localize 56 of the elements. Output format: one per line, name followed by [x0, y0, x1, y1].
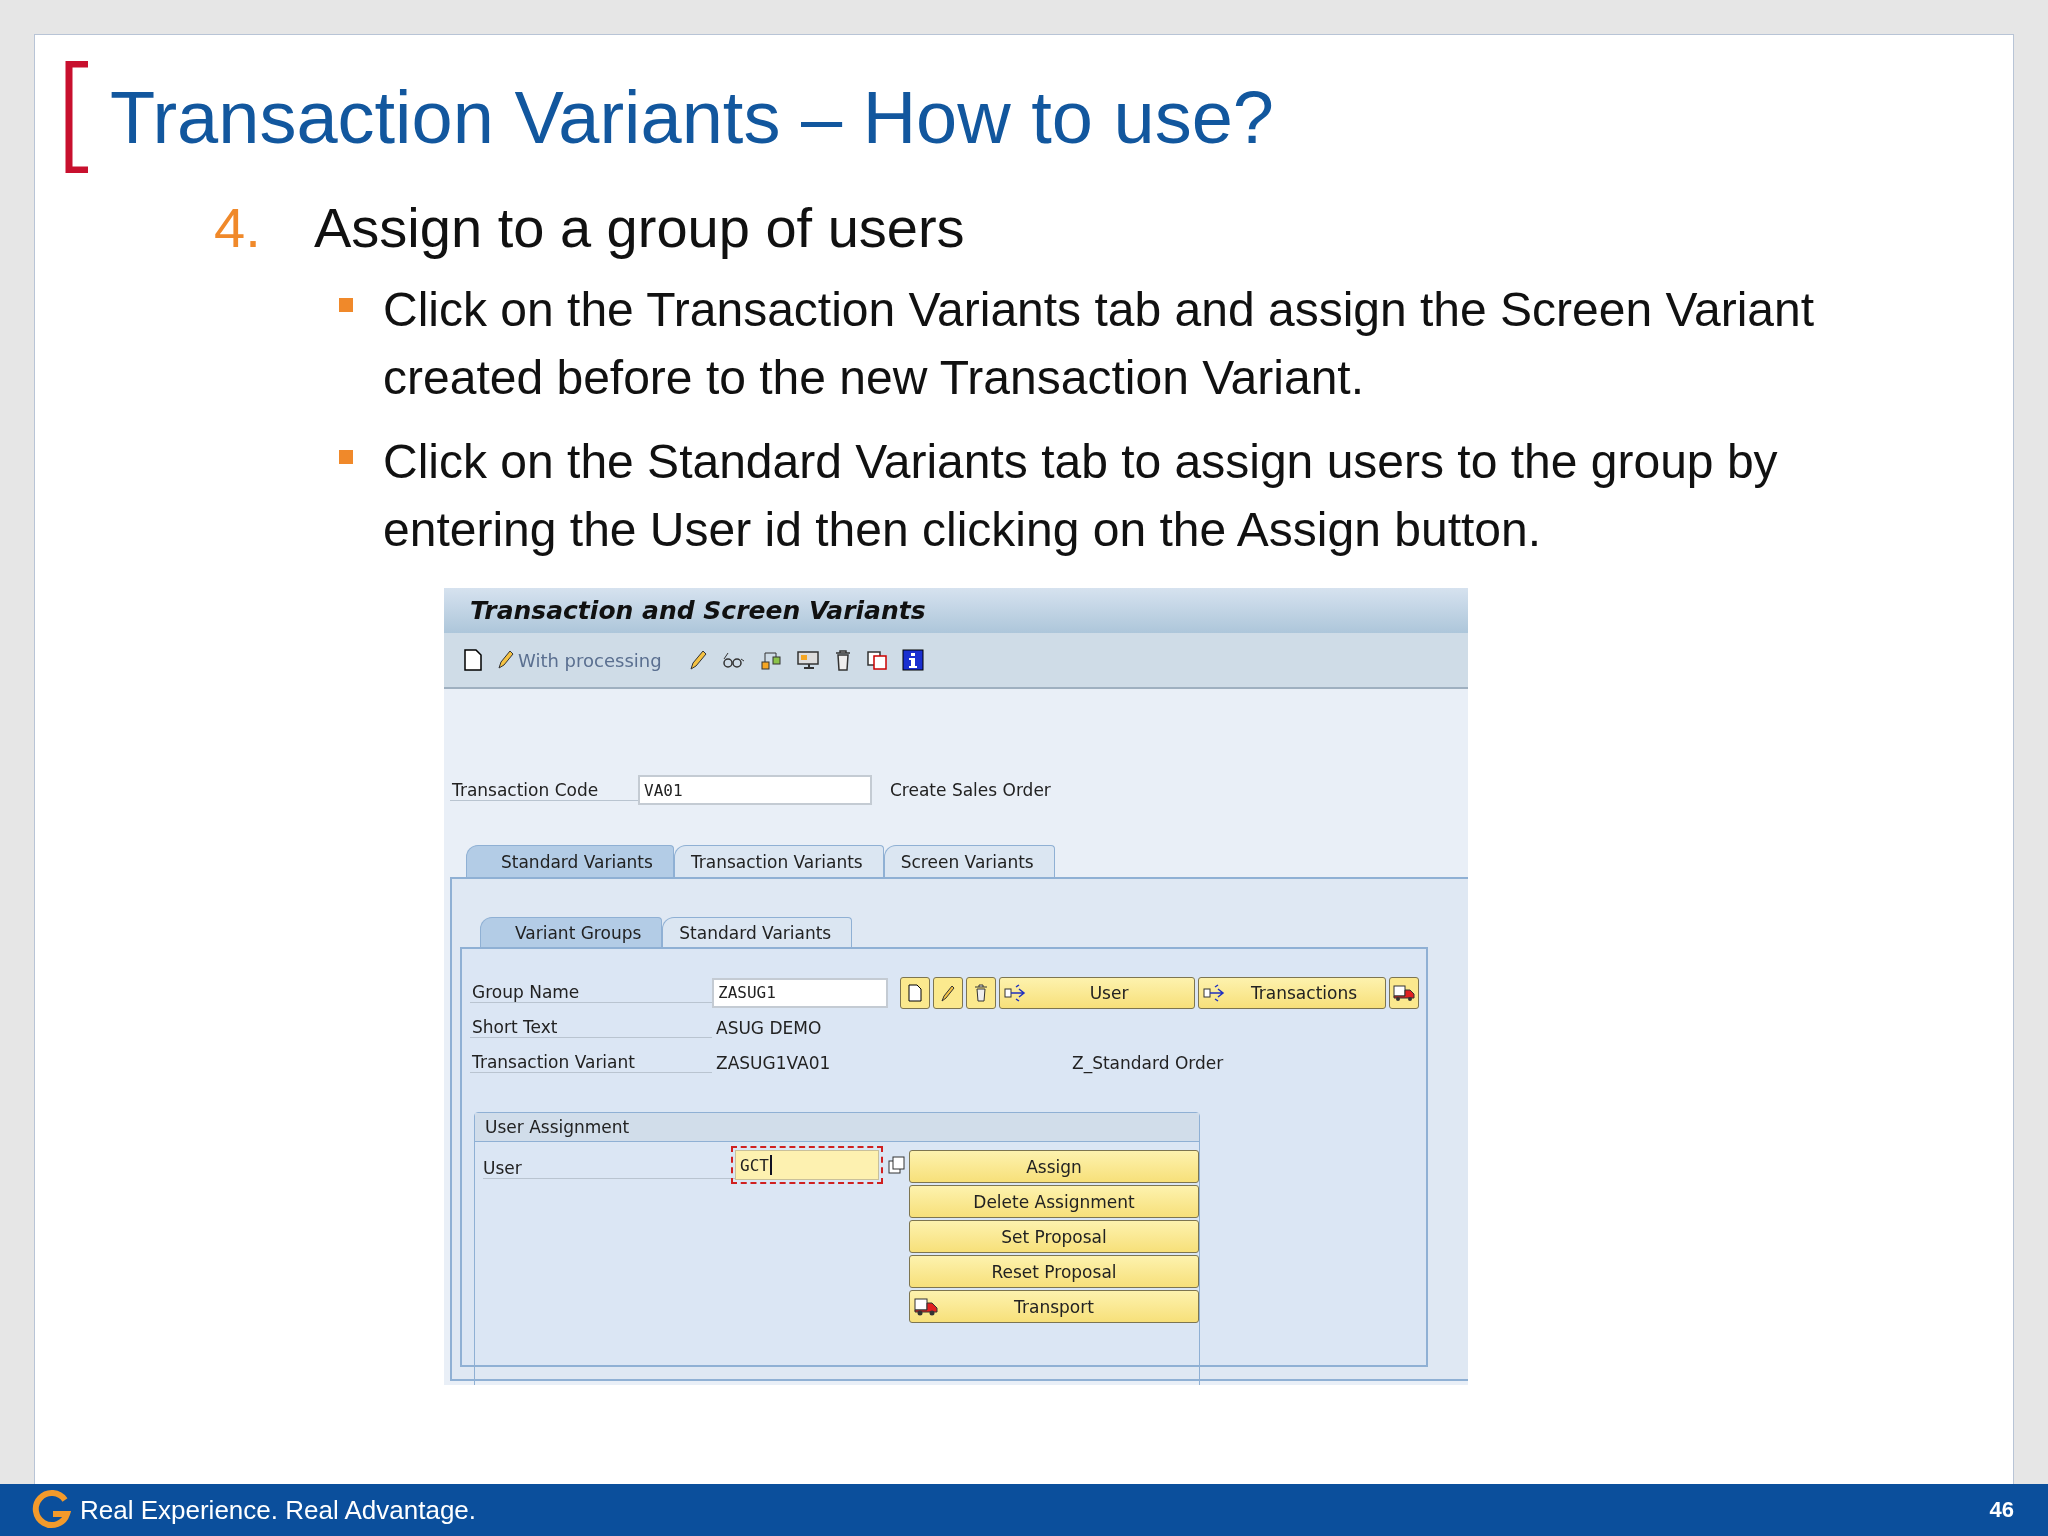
bullet-text: Click on the Standard Variants tab to assign users to the group by entering the User id then clicking on the Assign button.	[383, 434, 1779, 558]
field-label: Transaction Variant	[470, 1052, 712, 1073]
group-title: User Assignment	[485, 1117, 630, 1137]
action-button[interactable]: Set Proposal	[909, 1220, 1199, 1253]
footer-tagline: Real Experience. Real Advantage.	[80, 1494, 478, 1526]
pencil-icon[interactable]	[687, 649, 708, 671]
page-number: 46	[1989, 1497, 2014, 1523]
info-icon[interactable]	[901, 649, 924, 671]
field-label: Group Name	[470, 982, 712, 1003]
step-number: 4.	[214, 195, 262, 260]
tab[interactable]: Standard Variants	[466, 845, 674, 877]
truck-icon	[914, 1297, 938, 1317]
action-button[interactable]: Delete Assignment	[909, 1185, 1199, 1218]
logo-icon	[32, 1490, 72, 1530]
delete-button[interactable]	[966, 976, 996, 1009]
new-document-icon[interactable]	[464, 649, 482, 671]
value-help-icon[interactable]	[887, 1155, 907, 1175]
action-button[interactable]: Reset Proposal	[909, 1255, 1199, 1288]
bullet-icon	[339, 298, 353, 312]
field-value: ZASUG1VA01	[715, 1052, 832, 1073]
action-button[interactable]: Transport	[909, 1290, 1199, 1323]
edit-button[interactable]	[933, 976, 963, 1009]
create-button[interactable]	[900, 976, 930, 1009]
tab[interactable]: Standard Variants	[662, 917, 853, 947]
pencil-icon	[496, 649, 514, 671]
document-icon	[908, 983, 922, 1002]
truck-icon	[1393, 983, 1415, 1002]
monitor-icon[interactable]	[795, 649, 820, 671]
hierarchy-icon[interactable]	[759, 649, 782, 671]
tab[interactable]: Variant Groups	[480, 917, 663, 947]
step-heading: Assign to a group of users	[314, 195, 965, 260]
transactions-button[interactable]: Transactions	[1198, 976, 1386, 1009]
bullet-text: Click on the Transaction Variants tab and assign the Screen Variant created before to the new Transaction Variant.	[383, 282, 1816, 406]
tab[interactable]: Screen Variants	[883, 845, 1055, 877]
trash-icon	[974, 983, 988, 1002]
transport-button[interactable]	[1389, 976, 1419, 1009]
copy-icon[interactable]	[865, 649, 888, 671]
bullet-icon	[339, 450, 353, 464]
transaction-description: Create Sales Order	[890, 780, 1051, 800]
field-value: ASUG DEMO	[715, 1017, 823, 1038]
pencil-icon	[940, 983, 956, 1002]
window-title: Transaction and Screen Variants	[470, 596, 926, 625]
group-name-field[interactable]: ZASUG1	[712, 977, 888, 1008]
slide-title: Transaction Variants – How to use?	[110, 74, 1275, 160]
field-description: Z_Standard Order	[1072, 1052, 1224, 1073]
user-button[interactable]: User	[999, 976, 1195, 1009]
glasses-icon[interactable]	[721, 650, 746, 670]
arrow-icon	[1203, 983, 1227, 1002]
transaction-code-field[interactable]: VA01	[638, 775, 872, 805]
bracket-icon	[64, 61, 90, 173]
arrow-icon	[1004, 983, 1028, 1002]
tab[interactable]: Transaction Variants	[673, 845, 884, 877]
trash-icon[interactable]	[833, 649, 852, 671]
action-button[interactable]: Assign	[909, 1150, 1199, 1183]
field-label: Short Text	[470, 1017, 712, 1038]
with-processing-button[interactable]: With processing	[496, 649, 662, 671]
